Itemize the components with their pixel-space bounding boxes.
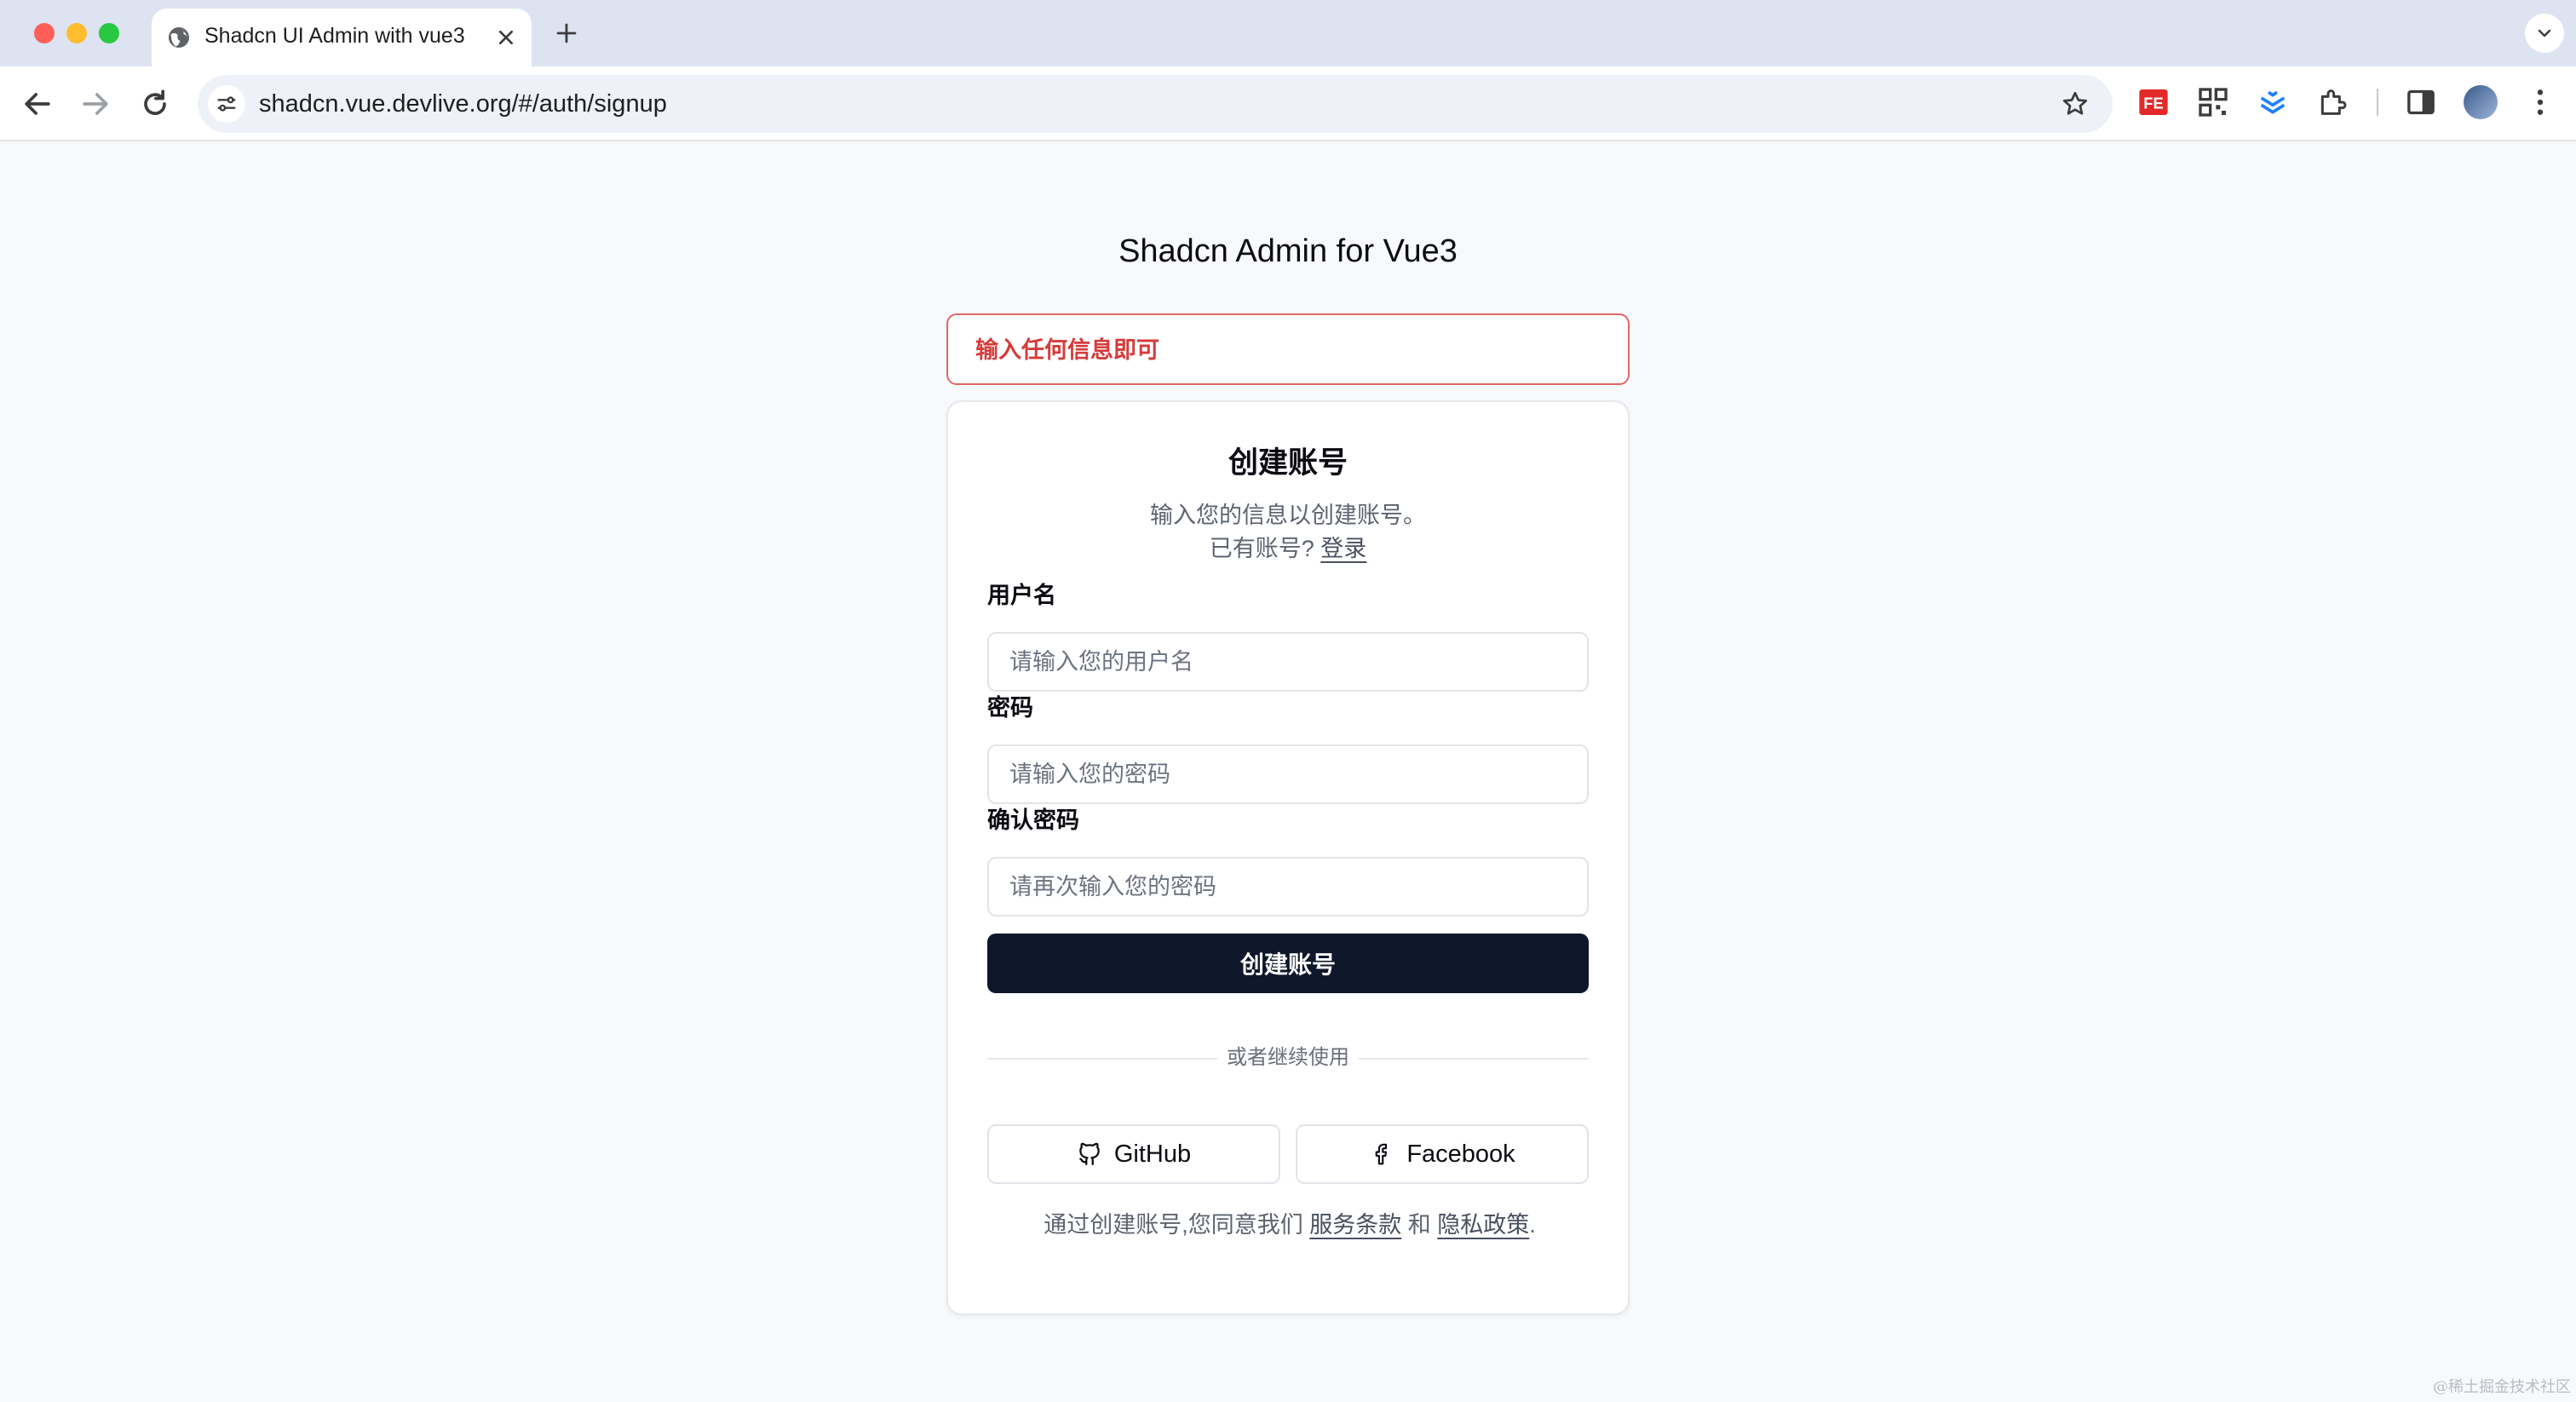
star-icon[interactable]: [2060, 89, 2090, 119]
facebook-label: Facebook: [1406, 1140, 1515, 1168]
github-button[interactable]: GitHub: [987, 1124, 1280, 1184]
watermark: @稀土掘金技术社区: [2433, 1378, 2571, 1396]
toolbar-divider: [2377, 89, 2378, 116]
address-bar[interactable]: shadcn.vue.devlive.org/#/auth/signup: [198, 75, 2113, 133]
profile-avatar[interactable]: [2464, 85, 2498, 119]
card-title: 创建账号: [1228, 446, 1348, 480]
kebab-menu-icon[interactable]: [2523, 85, 2557, 119]
login-link[interactable]: 登录: [1320, 536, 1366, 561]
have-account-text: 已有账号?: [1209, 536, 1314, 561]
site-settings-icon: [217, 96, 236, 112]
terms-text: 通过创建账号,您同意我们 服务条款 和 隐私政策.: [1033, 1208, 1546, 1242]
url-text: shadcn.vue.devlive.org/#/auth/signup: [259, 90, 667, 118]
window-close-button[interactable]: [34, 23, 55, 43]
layers-extension-icon[interactable]: [2256, 85, 2290, 119]
github-label: GitHub: [1113, 1140, 1192, 1168]
create-account-button[interactable]: 创建账号: [987, 934, 1589, 993]
window-maximize-button[interactable]: [99, 23, 119, 43]
browser-tab-bar: Shadcn UI Admin with vue3: [0, 0, 2576, 66]
browser-toolbar: shadcn.vue.devlive.org/#/auth/signup: [0, 66, 2576, 141]
info-alert: 输入任何信息即可: [946, 313, 1630, 385]
svg-text:FE: FE: [2143, 95, 2163, 112]
terms-prefix: 通过创建账号,您同意我们: [1044, 1212, 1303, 1238]
username-label: 用户名: [987, 583, 1056, 608]
username-input[interactable]: [987, 632, 1589, 692]
terms-and: 和: [1407, 1212, 1431, 1238]
terms-of-service-link[interactable]: 服务条款: [1309, 1212, 1401, 1238]
github-icon: [1079, 1142, 1100, 1165]
confirm-password-label: 确认密码: [987, 807, 1079, 833]
separator-text: 或者继续使用: [1227, 1046, 1349, 1069]
qr-extension-icon[interactable]: [2196, 85, 2230, 119]
reload-icon[interactable]: [136, 85, 174, 123]
alert-text: 输入任何信息即可: [975, 337, 1159, 363]
fe-extension-icon[interactable]: FE: [2136, 85, 2171, 119]
terms-suffix: .: [1529, 1212, 1536, 1238]
facebook-icon: [1376, 1143, 1388, 1165]
chevron-down-icon: [2538, 29, 2551, 37]
tab-search-button[interactable]: [2525, 14, 2564, 53]
password-label: 密码: [987, 695, 1033, 721]
plus-icon[interactable]: [552, 19, 581, 48]
sidebar-icon[interactable]: [2404, 85, 2438, 119]
signup-card: 创建账号 输入您的信息以创建账号。 已有账号? 登录 用户名 密码 确认密码 创…: [946, 400, 1630, 1315]
card-description: 输入您的信息以创建账号。: [1150, 503, 1426, 528]
tab-title: Shadcn UI Admin with vue3: [204, 24, 465, 48]
confirm-password-input[interactable]: [987, 857, 1589, 916]
globe-icon: [169, 27, 189, 48]
login-prompt: 已有账号? 登录: [948, 531, 1628, 566]
page-title: Shadcn Admin for Vue3: [1118, 233, 1458, 269]
close-icon[interactable]: [492, 24, 520, 51]
privacy-policy-link[interactable]: 隐私政策: [1437, 1212, 1529, 1238]
forward-arrow-icon[interactable]: [77, 85, 114, 123]
site-settings-button[interactable]: [208, 85, 245, 123]
browser-tab-active[interactable]: Shadcn UI Admin with vue3: [152, 9, 532, 66]
password-input[interactable]: [987, 744, 1589, 804]
back-arrow-icon[interactable]: [19, 85, 56, 123]
facebook-button[interactable]: Facebook: [1296, 1124, 1589, 1184]
window-minimize-button[interactable]: [66, 23, 87, 43]
puzzle-icon[interactable]: [2315, 85, 2349, 119]
